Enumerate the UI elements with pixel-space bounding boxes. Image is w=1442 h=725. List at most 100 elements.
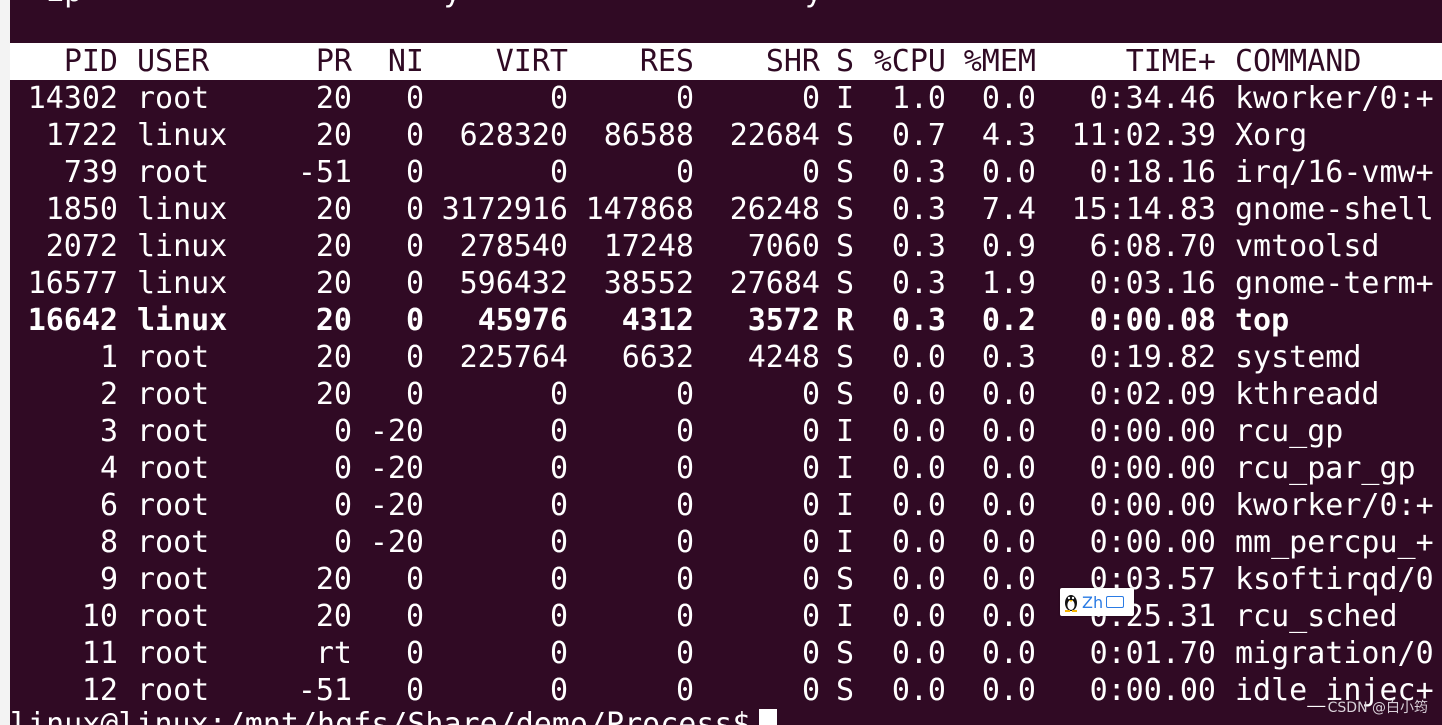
cell-user: root	[137, 155, 210, 190]
cell-cpu: 0.0	[891, 525, 946, 560]
cell-pid: 739	[63, 155, 118, 190]
cell-virt: 0	[549, 673, 568, 708]
cell-state: I	[836, 414, 855, 449]
cell-mem: 0.0	[981, 451, 1036, 486]
cell-ni: -20	[369, 451, 424, 486]
cell-res: 6632	[621, 340, 694, 375]
cell-user: linux	[137, 303, 228, 338]
cell-shr: 0	[801, 525, 820, 560]
cell-command: rcu_sched	[1235, 599, 1398, 634]
column-header-pr: PR	[315, 44, 352, 79]
column-header-pid: PID	[63, 44, 118, 79]
cell-mem: 0.0	[981, 488, 1036, 523]
cell-res: 0	[675, 155, 694, 190]
column-header-user: USER	[137, 44, 210, 79]
cell-ni: 0	[405, 192, 424, 227]
cell-pr: 20	[315, 562, 352, 597]
cell-user: root	[137, 451, 210, 486]
cell-user: root	[137, 636, 210, 671]
cell-pr: 20	[315, 192, 352, 227]
cell-pid: 4	[99, 451, 118, 486]
cell-res: 0	[675, 562, 694, 597]
cell-virt: 0	[549, 81, 568, 116]
cell-virt: 0	[549, 451, 568, 486]
cell-user: root	[137, 525, 210, 560]
cell-virt: 0	[549, 377, 568, 412]
cell-ni: 0	[405, 118, 424, 153]
cell-state: R	[836, 303, 855, 338]
cell-mem: 0.0	[981, 414, 1036, 449]
cell-pid: 12	[81, 673, 118, 708]
cell-res: 0	[675, 488, 694, 523]
terminal-window[interactable]: ip y y PID USER PR NI VIRT RES SHR S %CP…	[10, 0, 1442, 725]
cell-cpu: 0.0	[891, 414, 946, 449]
cell-pid: 11	[81, 636, 118, 671]
cell-command: gnome-term+	[1235, 266, 1434, 301]
cell-pr: rt	[315, 636, 352, 671]
cell-ni: 0	[405, 81, 424, 116]
cell-res: 38552	[603, 266, 694, 301]
cell-pid: 16642	[27, 303, 118, 338]
text-cursor	[758, 709, 777, 725]
cell-state: S	[836, 266, 855, 301]
cell-command: top	[1235, 303, 1290, 338]
column-header-cpu: %CPU	[873, 44, 946, 79]
shell-prompt: linux@linux:/mnt/hgfs/Share/demo/Process…	[10, 707, 751, 725]
cell-command: systemd	[1235, 340, 1362, 375]
cell-command: vmtoolsd	[1235, 229, 1380, 264]
cell-virt: 278540	[459, 229, 568, 264]
cell-pid: 9	[99, 562, 118, 597]
cell-ni: 0	[405, 303, 424, 338]
cell-pr: 20	[315, 340, 352, 375]
cell-mem: 0.3	[981, 340, 1036, 375]
process-row: 10 root 20 0 0 0 0 I 0.0 0.0 0:25.31 rcu_sched	[10, 598, 1442, 635]
cell-cpu: 0.0	[891, 562, 946, 597]
cell-user: root	[137, 562, 210, 597]
cell-command: ksoftirqd/0	[1235, 562, 1434, 597]
cell-virt: 0	[549, 525, 568, 560]
cell-time: 0:00.00	[1089, 451, 1216, 486]
cell-user: root	[137, 340, 210, 375]
cell-ni: 0	[405, 562, 424, 597]
cell-ni: 0	[405, 155, 424, 190]
cell-state: I	[836, 525, 855, 560]
cell-shr: 3572	[747, 303, 820, 338]
penguin-icon	[1065, 595, 1077, 612]
cell-pr: 0	[333, 414, 352, 449]
cell-pid: 2072	[45, 229, 118, 264]
cell-pr: 0	[333, 525, 352, 560]
cell-res: 0	[675, 81, 694, 116]
cell-time: 0:18.16	[1089, 155, 1216, 190]
cell-command: irq/16-vmw+	[1235, 155, 1434, 190]
process-row: 1850 linux 20 0 3172916 147868 26248 S 0.3 7.4 15:…	[10, 191, 1442, 228]
cell-cpu: 0.0	[891, 340, 946, 375]
cell-virt: 45976	[477, 303, 568, 338]
cell-state: S	[836, 636, 855, 671]
process-row: 2 root 20 0 0 0 0 S 0.0 0.0 0:02.09 kthreadd	[10, 376, 1442, 413]
cell-pr: 20	[315, 266, 352, 301]
cell-cpu: 0.3	[891, 155, 946, 190]
cell-time: 0:03.16	[1089, 266, 1216, 301]
cell-user: linux	[137, 266, 228, 301]
cell-pid: 1	[99, 340, 118, 375]
cell-ni: 0	[405, 229, 424, 264]
cell-virt: 225764	[459, 340, 568, 375]
cell-pr: 20	[315, 599, 352, 634]
cell-cpu: 0.0	[891, 673, 946, 708]
cell-state: S	[836, 340, 855, 375]
cell-time: 0:00.00	[1089, 414, 1216, 449]
cell-virt: 0	[549, 155, 568, 190]
cell-shr: 0	[801, 414, 820, 449]
process-row: 11 root rt 0 0 0 0 S 0.0 0.0 0:01.70 migration/0	[10, 635, 1442, 672]
cell-virt: 628320	[459, 118, 568, 153]
input-method-indicator[interactable]: Zh	[1060, 588, 1134, 616]
cell-mem: 0.0	[981, 81, 1036, 116]
shell-prompt-line[interactable]: linux@linux:/mnt/hgfs/Share/demo/Process…	[10, 706, 777, 725]
cell-time: 0:01.70	[1089, 636, 1216, 671]
cell-state: I	[836, 81, 855, 116]
cell-shr: 0	[801, 599, 820, 634]
column-header-virt: VIRT	[495, 44, 568, 79]
partial-summary-line: ip y y	[10, 0, 823, 10]
cell-res: 0	[675, 673, 694, 708]
cell-cpu: 0.0	[891, 377, 946, 412]
